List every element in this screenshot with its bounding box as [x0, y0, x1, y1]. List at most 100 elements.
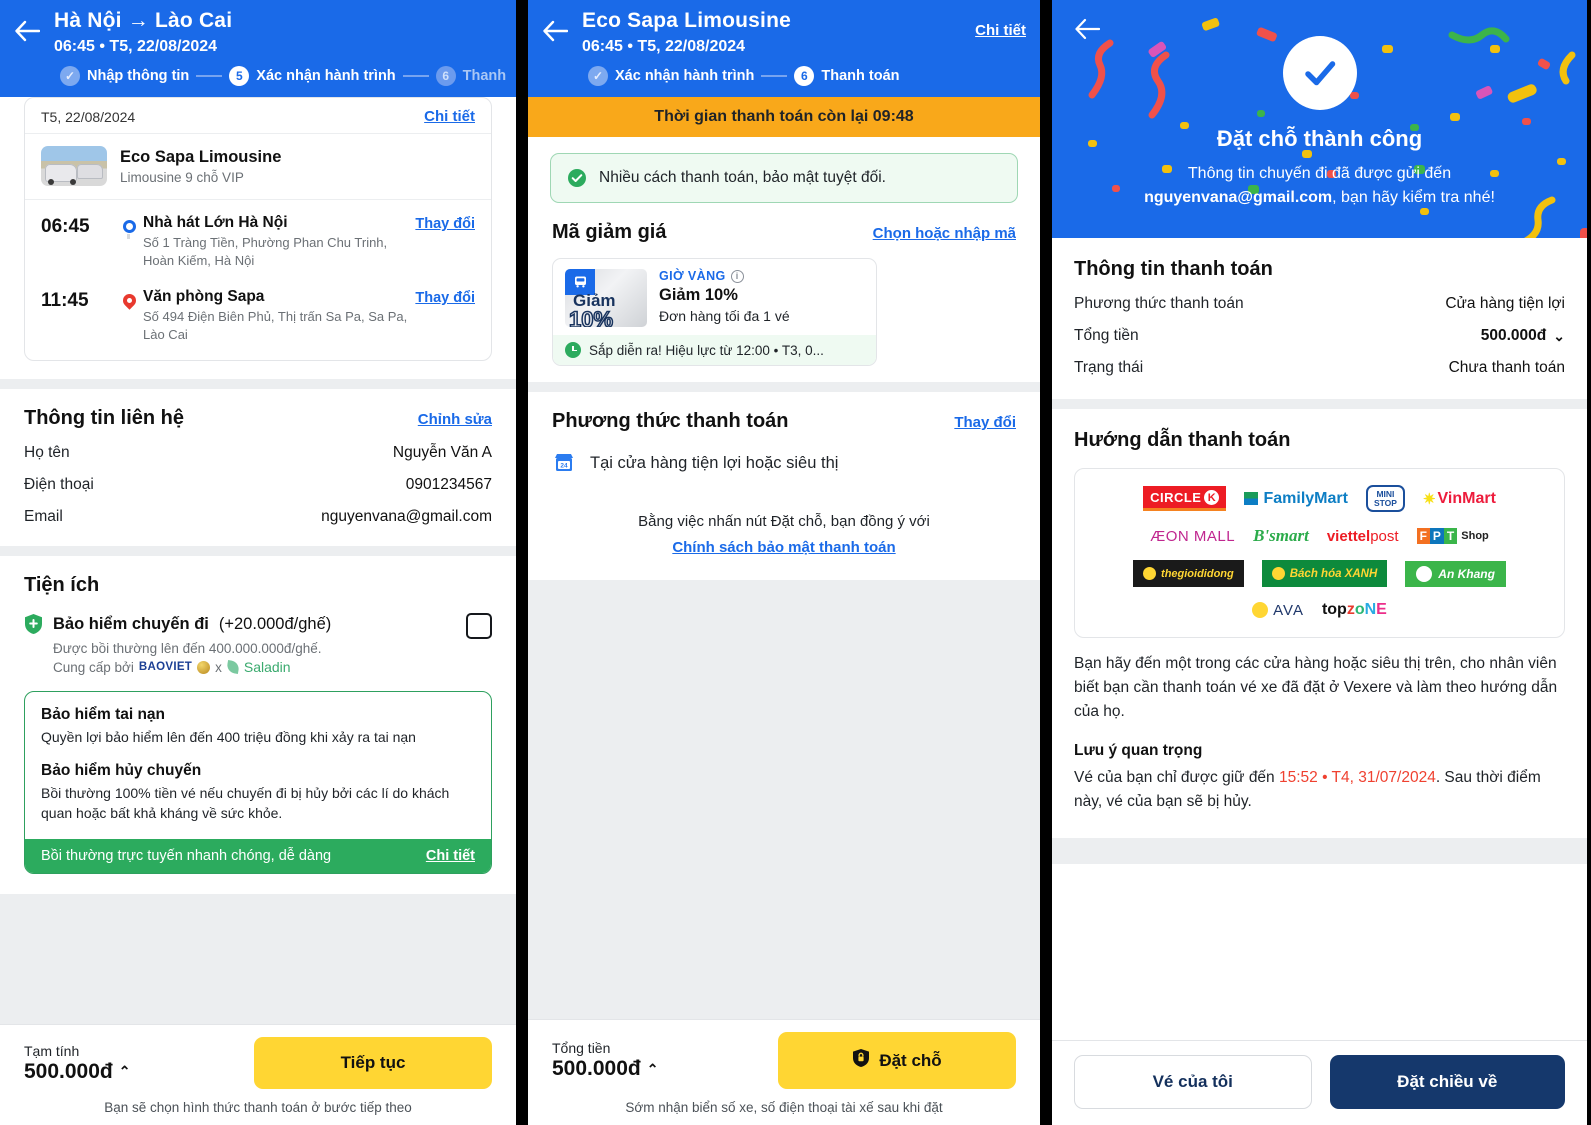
total-value-row[interactable]: 500.000đ ⌃ — [552, 1057, 658, 1081]
row-label: Phương thức thanh toán — [1074, 295, 1244, 312]
promo-thumbnail: Giảm 10% — [565, 269, 647, 328]
subtotal-value-row[interactable]: 500.000đ ⌃ — [24, 1060, 130, 1084]
clock-icon — [565, 342, 581, 359]
bottom-spacer — [0, 894, 516, 935]
step-check-icon: ✓ — [588, 66, 608, 87]
section-divider — [1052, 399, 1587, 409]
fpt-shop-logo: F P T Shop — [1416, 528, 1489, 545]
payinfo-row-status: Trạng thái Chưa thanh toán — [1074, 359, 1565, 377]
payment-method-name: Tại cửa hàng tiện lợi hoặc siêu thị — [590, 453, 839, 472]
lock-shield-icon — [852, 1048, 870, 1073]
screen-confirm-trip: Hà Nội → Lào Cai 06:45 • T5, 22/08/2024 … — [0, 0, 516, 1125]
detail-link[interactable]: Chi tiết — [975, 8, 1026, 39]
continue-button[interactable]: Tiếp tục — [254, 1037, 492, 1089]
stop-address: Số 494 Điện Biên Phủ, Thị trấn Sa Pa, Sa… — [143, 309, 408, 343]
privacy-policy-link[interactable]: Chính sách bảo mật thanh toán — [552, 535, 1016, 561]
promo-kind-row: GIỜ VÀNG i — [659, 269, 864, 283]
back-button[interactable] — [542, 8, 582, 42]
trip-date-partial: T5, 22/08/2024 — [41, 108, 136, 125]
back-button[interactable] — [14, 8, 54, 42]
section-divider — [528, 382, 1040, 393]
section-divider — [0, 546, 516, 557]
saladin-logo: Saladin — [243, 659, 291, 676]
ava-logo: AVA — [1252, 602, 1304, 619]
vinmart-logo: ✷ VinMart — [1422, 489, 1496, 508]
contact-section: Thông tin liên hệ Chỉnh sửa Họ tên Nguyễ… — [0, 389, 516, 547]
benefit-title: Bảo hiểm tai nạn — [41, 706, 166, 724]
store-logo-row-3: thegioididong Bách hóa XANH An Khang — [1085, 560, 1554, 588]
step-1[interactable]: ✓ Nhập thông tin — [60, 66, 190, 87]
ankhang-label: An Khang — [1438, 566, 1495, 581]
baoviet-mark-icon — [197, 660, 211, 674]
payment-info-title: Thông tin thanh toán — [1074, 258, 1273, 280]
screen-gap — [1040, 0, 1052, 1125]
row-label: Trạng thái — [1074, 359, 1144, 376]
step-3[interactable]: 6 Thanh — [435, 66, 506, 87]
change-method-link[interactable]: Thay đổi — [954, 414, 1016, 431]
row-value: nguyenvana@gmail.com — [321, 508, 492, 526]
stop-name: Nhà hát Lớn Hà Nội — [143, 214, 288, 232]
note-prefix: Vé của bạn chỉ được giữ đến — [1074, 769, 1279, 787]
trip-datetime: 06:45 • T5, 22/08/2024 — [54, 38, 218, 56]
info-icon[interactable]: i — [730, 269, 744, 283]
step-confirm[interactable]: ✓ Xác nhận hành trình — [588, 66, 755, 87]
step-label: Xác nhận hành trình — [615, 68, 755, 85]
step-payment[interactable]: 6 Thanh toán — [794, 66, 900, 87]
origin-dot-icon — [122, 220, 136, 234]
store-logo-row-1: CIRCLE K FamilyMart MINI STOP ✷ VinMart — [1085, 485, 1554, 513]
row-label: Điện thoại — [24, 476, 94, 494]
promo-card[interactable]: Giảm 10% GIỜ VÀNG i Giảm 10% Đơn hàng tố… — [552, 258, 877, 367]
choose-promo-link[interactable]: Chọn hoặc nhập mã — [873, 225, 1016, 242]
insurance-name: Bảo hiểm chuyến đi — [53, 614, 209, 633]
step-label: Thanh toán — [821, 68, 900, 85]
svg-text:24: 24 — [560, 463, 568, 470]
book-return-button[interactable]: Đặt chiều về — [1329, 1055, 1565, 1109]
success-hero: Đặt chỗ thành công Thông tin chuyến đi đ… — [1052, 0, 1587, 238]
provider-prefix: Cung cấp bởi — [53, 659, 134, 675]
insurance-footer-text: Bồi thường trực tuyến nhanh chóng, dễ dà… — [41, 848, 332, 865]
change-origin-link[interactable]: Thay đổi — [415, 214, 475, 232]
promo-title: Mã giảm giá — [552, 221, 667, 244]
step-label: Nhập thông tin — [87, 68, 190, 85]
insurance-footer: Bồi thường trực tuyến nhanh chóng, dễ dà… — [25, 839, 491, 874]
step-connector — [761, 75, 788, 78]
selected-payment-method[interactable]: 24 Tại cửa hàng tiện lợi hoặc siêu thị — [552, 451, 1016, 475]
store-24h-icon: 24 — [552, 451, 576, 475]
screen-payment: Eco Sapa Limousine 06:45 • T5, 22/08/202… — [528, 0, 1040, 1125]
stops-list: 06:45 Nhà hát Lớn Hà Nội Số 1 Tràng Tiền… — [25, 200, 491, 360]
edit-contact-link[interactable]: Chỉnh sửa — [418, 411, 492, 428]
promo-kind: GIỜ VÀNG — [659, 269, 726, 284]
step-indicator: ✓ Nhập thông tin 5 Xác nhận hành trình 6… — [0, 58, 516, 97]
promo-condition: Đơn hàng tối đa 1 vé — [659, 308, 790, 325]
bhx-label: Bách hóa XANH — [1289, 567, 1378, 580]
panel1-content[interactable]: T5, 22/08/2024 Chi tiết Eco Sapa Limousi… — [0, 97, 516, 1024]
vehicle-type: Limousine 9 chỗ VIP — [120, 169, 244, 185]
panel2-content[interactable]: Nhiều cách thanh toán, bảo mật tuyệt đối… — [528, 137, 1040, 1019]
saladin-leaf-icon — [225, 660, 240, 675]
change-destination-link[interactable]: Thay đổi — [415, 288, 475, 306]
store-logo-row-4: AVA top z o N E — [1085, 601, 1554, 619]
step-connector — [402, 75, 429, 78]
subtotal-label: Tạm tính — [24, 1042, 80, 1059]
success-line1: Thông tin chuyến đi đã được gửi đến — [1187, 165, 1452, 182]
book-button[interactable]: Đặt chỗ — [778, 1032, 1016, 1089]
page-title: Eco Sapa Limousine — [582, 9, 791, 32]
viettel-post-logo: viettel post — [1326, 527, 1399, 545]
an-khang-logo: An Khang — [1405, 560, 1506, 587]
insurance-checkbox[interactable] — [466, 613, 492, 640]
back-button[interactable] — [1074, 18, 1114, 40]
step-2[interactable]: 5 Xác nhận hành trình — [229, 66, 396, 87]
chevron-up-icon: ⌃ — [118, 1063, 131, 1079]
panel3-content[interactable]: Thông tin thanh toán Phương thức thanh t… — [1052, 238, 1587, 1040]
my-tickets-button[interactable]: Vé của tôi — [1074, 1055, 1312, 1109]
insurance-detail-link[interactable]: Chi tiết — [426, 848, 475, 864]
circle-k-logo: CIRCLE K — [1143, 486, 1227, 512]
terms-block: Bằng việc nhấn nút Đặt chỗ, bạn đồng ý v… — [552, 509, 1016, 560]
bsmart-logo: B'smart — [1253, 526, 1309, 546]
vehicle-row: Eco Sapa Limousine Limousine 9 chỗ VIP — [25, 134, 491, 201]
trip-detail-link[interactable]: Chi tiết — [424, 108, 475, 125]
promo-validity-text: Sắp diễn ra! Hiệu lực từ 12:00 • T3, 0..… — [589, 342, 824, 358]
contact-title: Thông tin liên hệ — [24, 407, 184, 430]
important-note-body: Vé của bạn chỉ được giữ đến 15:52 • T4, … — [1074, 766, 1565, 814]
payinfo-row-total[interactable]: Tổng tiền 500.000đ ⌄ — [1074, 327, 1565, 345]
